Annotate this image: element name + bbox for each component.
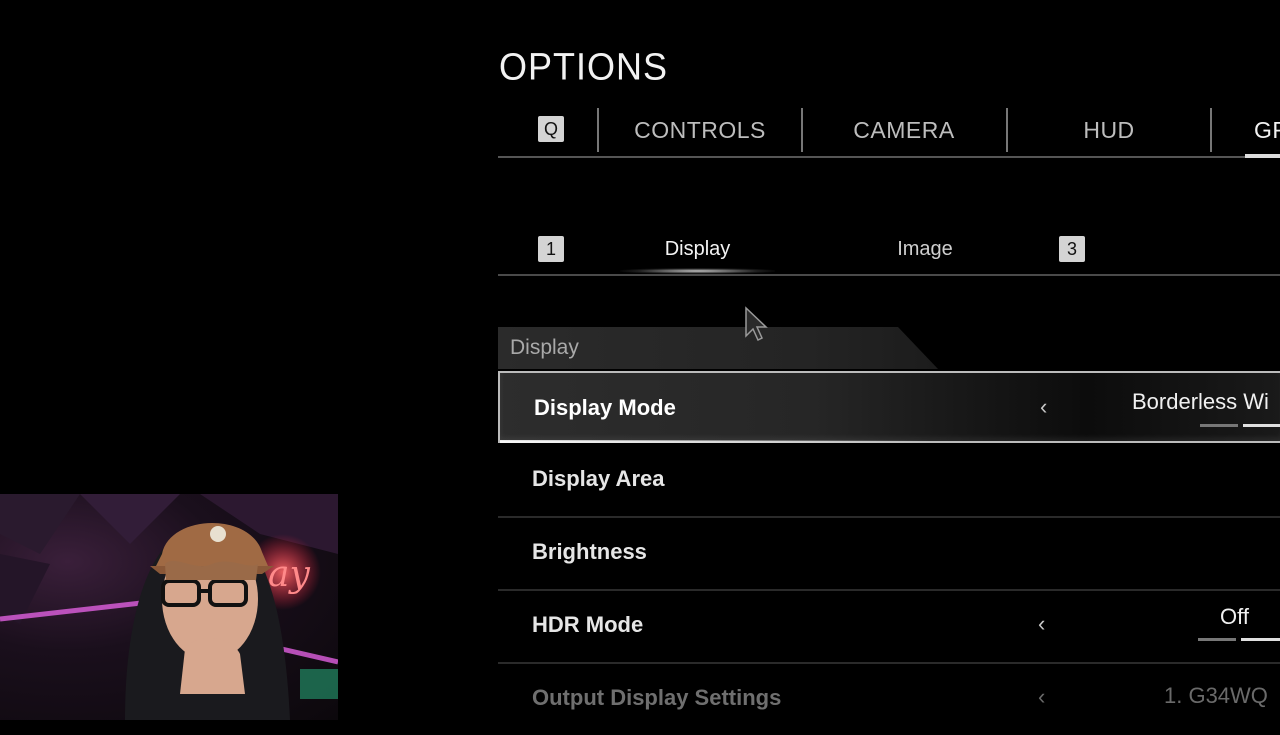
- chevron-left-icon[interactable]: ‹: [1038, 684, 1045, 710]
- subtabs-divider: [498, 274, 1280, 276]
- tab-graphics[interactable]: GR: [1254, 108, 1280, 152]
- chevron-left-icon[interactable]: ‹: [1040, 394, 1047, 420]
- section-header: Display: [498, 327, 938, 369]
- setting-display-mode[interactable]: Display Mode ‹ Borderless Wi: [498, 371, 1280, 443]
- subtab-display[interactable]: Display: [620, 234, 775, 264]
- value-pager-segment: [1200, 424, 1238, 427]
- svg-text:ay: ay: [268, 554, 310, 595]
- webcam-overlay: ay: [0, 494, 338, 720]
- setting-output-display[interactable]: Output Display Settings ‹ 1. G34WQ: [498, 663, 1280, 735]
- setting-value: 1. G34WQ: [1164, 683, 1268, 708]
- setting-label: HDR Mode: [532, 612, 644, 637]
- value-pager-segment: [1198, 638, 1236, 641]
- tab-separator: [1210, 108, 1212, 152]
- mouse-cursor-icon: [745, 306, 768, 342]
- subtab-image[interactable]: Image: [850, 234, 1000, 264]
- tabs-divider: [498, 156, 1280, 158]
- chevron-left-icon[interactable]: ‹: [1038, 611, 1045, 637]
- webcam-image: ay: [0, 494, 338, 720]
- setting-hdr-mode[interactable]: HDR Mode ‹ Off: [498, 590, 1280, 664]
- setting-label: Output Display Settings: [532, 685, 782, 710]
- setting-label: Display Mode: [534, 395, 676, 420]
- subtab-prev-key-icon[interactable]: 1: [538, 236, 564, 262]
- tab-separator: [801, 108, 803, 152]
- setting-value: Off: [1220, 604, 1249, 629]
- tab-camera[interactable]: CAMERA: [804, 108, 1004, 152]
- page-title: OPTIONS: [499, 44, 669, 88]
- setting-value: Borderless Wi: [1132, 389, 1269, 414]
- tab-hud[interactable]: HUD: [1009, 108, 1209, 152]
- setting-label: Brightness: [532, 539, 647, 564]
- tab-separator: [597, 108, 599, 152]
- value-pager-segment-active: [1241, 638, 1280, 641]
- value-pager-segment-active: [1243, 424, 1280, 427]
- tab-controls[interactable]: CONTROLS: [600, 108, 800, 152]
- tab-active-indicator: [1245, 154, 1280, 158]
- subtab-next-key-icon[interactable]: 3: [1059, 236, 1085, 262]
- setting-display-area[interactable]: Display Area: [498, 444, 1280, 518]
- tab-prev-key-icon[interactable]: Q: [538, 116, 564, 142]
- setting-label: Display Area: [532, 466, 665, 491]
- section-title: Display: [510, 336, 579, 359]
- setting-brightness[interactable]: Brightness: [498, 517, 1280, 591]
- tab-separator: [1006, 108, 1008, 152]
